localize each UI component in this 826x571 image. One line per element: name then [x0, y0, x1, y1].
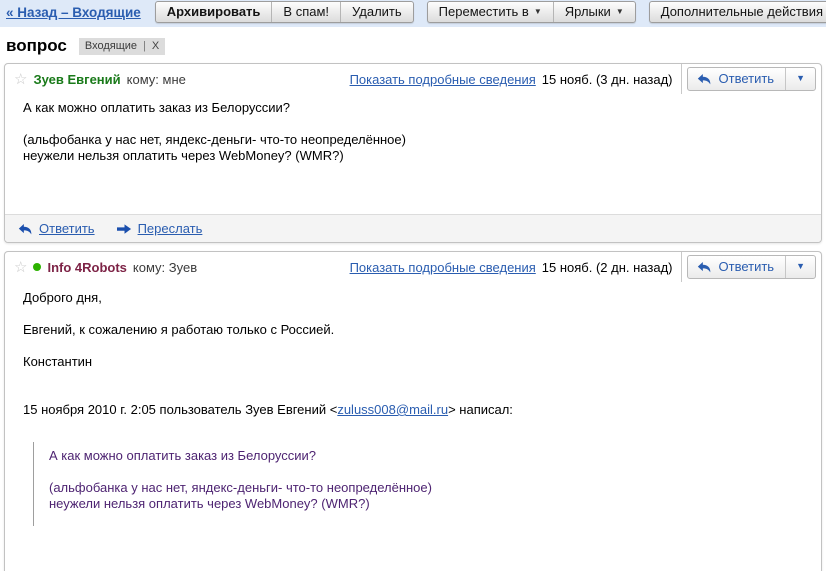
message-1-footer: Ответить Переслать — [5, 214, 821, 242]
more-actions-button[interactable]: Дополнительные действия ▼ — [650, 2, 826, 22]
recipient-text: кому: Зуев — [133, 260, 197, 275]
sender-name: Info 4Robots — [47, 260, 126, 275]
footer-forward-link[interactable]: Переслать — [117, 221, 203, 236]
reply-arrow-icon — [697, 261, 712, 273]
page-title: вопрос — [6, 36, 67, 56]
sender-name: Зуев Евгений — [33, 72, 120, 87]
footer-forward-label: Переслать — [138, 221, 203, 236]
reply-button-cell: Ответить ▼ — [681, 64, 822, 94]
toolbar-group-organize: Переместить в ▼ Ярлыки ▼ — [427, 1, 636, 23]
message-2-sender-block: ☆ Info 4Robots кому: Зуев — [5, 260, 350, 275]
dropdown-arrow-icon: ▼ — [796, 262, 805, 271]
message-date: 15 нояб. (3 дн. назад) — [542, 72, 673, 87]
toolbar-group-more: Дополнительные действия ▼ — [649, 1, 826, 23]
toolbar-group-actions: Архивировать В спам! Удалить — [155, 1, 414, 23]
reply-button-label: Ответить — [719, 71, 775, 86]
online-status-icon — [33, 263, 41, 271]
message-body: Доброго дня, Евгений, к сожалению я рабо… — [5, 282, 821, 526]
footer-reply-link[interactable]: Ответить — [18, 221, 95, 236]
back-to-inbox-link[interactable]: « Назад – Входящие — [6, 5, 141, 20]
move-to-label: Переместить в — [439, 4, 529, 19]
reply-dropdown-button[interactable]: ▼ — [785, 256, 815, 278]
show-details-link[interactable]: Показать подробные сведения — [350, 72, 536, 87]
reply-button[interactable]: Ответить — [688, 256, 786, 278]
message-2-header: ☆ Info 4Robots кому: Зуев Показать подро… — [5, 252, 821, 282]
star-icon[interactable]: ☆ — [14, 260, 27, 275]
quote-attribution: 15 ноября 2010 г. 2:05 пользователь Зуев… — [23, 402, 803, 418]
reply-button-group: Ответить ▼ — [687, 255, 817, 279]
inbox-label-chip: Входящие | X — [79, 38, 165, 55]
quote-attribution-prefix: 15 ноября 2010 г. 2:05 пользователь Зуев… — [23, 402, 337, 417]
footer-reply-label: Ответить — [39, 221, 95, 236]
dropdown-arrow-icon: ▼ — [616, 8, 624, 16]
forward-arrow-icon — [117, 223, 132, 235]
message-card-2: ☆ Info 4Robots кому: Зуев Показать подро… — [4, 251, 822, 571]
quoted-message-text: А как можно оплатить заказ из Белоруссии… — [33, 442, 803, 526]
subject-row: вопрос Входящие | X — [0, 27, 826, 63]
star-icon[interactable]: ☆ — [14, 72, 27, 87]
labels-button[interactable]: Ярлыки ▼ — [553, 2, 635, 22]
archive-button[interactable]: Архивировать — [156, 2, 272, 22]
toolbar: « Назад – Входящие Архивировать В спам! … — [0, 0, 826, 27]
inbox-label: Входящие — [85, 40, 137, 52]
remove-label-button[interactable]: X — [152, 40, 159, 52]
delete-button[interactable]: Удалить — [340, 2, 413, 22]
labels-label: Ярлыки — [565, 4, 611, 19]
reply-arrow-icon — [697, 73, 712, 85]
reply-button[interactable]: Ответить — [688, 68, 786, 90]
reply-button-group: Ответить ▼ — [687, 67, 817, 91]
reply-dropdown-button[interactable]: ▼ — [785, 68, 815, 90]
email-link[interactable]: zuluss008@mail.ru — [337, 402, 448, 417]
message-card-1: ☆ Зуев Евгений кому: мне Показать подроб… — [4, 63, 822, 243]
quote-attribution-suffix: > написал: — [448, 402, 513, 417]
show-details-link[interactable]: Показать подробные сведения — [350, 260, 536, 275]
message-body: А как можно оплатить заказ из Белоруссии… — [5, 94, 821, 214]
message-intro-text: Доброго дня, Евгений, к сожалению я рабо… — [23, 290, 803, 370]
chip-separator: | — [143, 40, 146, 52]
recipient-text: кому: мне — [127, 72, 186, 87]
dropdown-arrow-icon: ▼ — [534, 8, 542, 16]
message-1-sender-block: ☆ Зуев Евгений кому: мне — [5, 72, 350, 87]
spam-button[interactable]: В спам! — [271, 2, 340, 22]
reply-arrow-icon — [18, 223, 33, 235]
reply-button-label: Ответить — [719, 259, 775, 274]
message-date: 15 нояб. (2 дн. назад) — [542, 260, 673, 275]
move-to-button[interactable]: Переместить в ▼ — [428, 2, 553, 22]
more-actions-label: Дополнительные действия — [661, 4, 823, 19]
message-1-header: ☆ Зуев Евгений кому: мне Показать подроб… — [5, 64, 821, 94]
reply-button-cell: Ответить ▼ — [681, 252, 822, 282]
dropdown-arrow-icon: ▼ — [796, 74, 805, 83]
